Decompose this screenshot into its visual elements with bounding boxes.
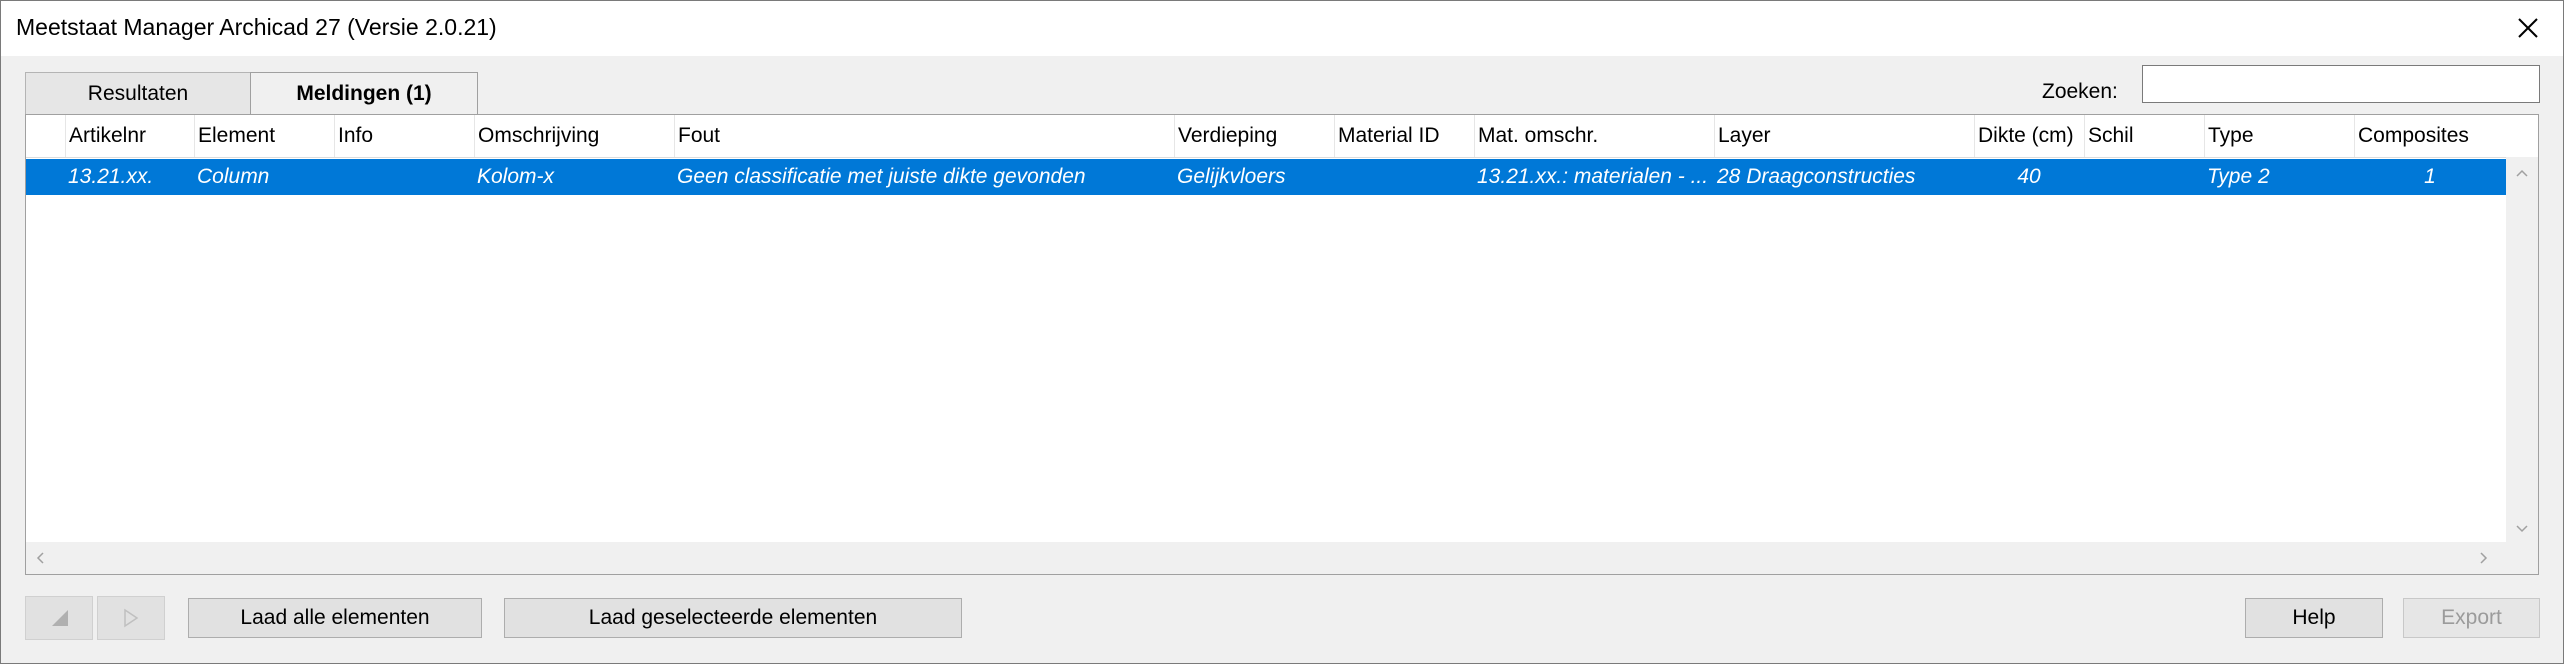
tab-label: Resultaten	[87, 81, 189, 105]
grid-header: Artikelnr Element Info Omschrijving Fout…	[26, 115, 2506, 158]
cell-verdieping: Gelijkvloers	[1177, 165, 1286, 188]
column-header-mat-omschr[interactable]: Mat. omschr.	[1474, 115, 1715, 157]
horizontal-scrollbar[interactable]	[26, 542, 2506, 574]
button-label: Laad alle elementen	[240, 606, 430, 629]
column-header-composites[interactable]: Composites	[2354, 115, 2506, 157]
column-header-artikelnr[interactable]: Artikelnr	[65, 115, 195, 157]
next-button[interactable]	[97, 596, 165, 640]
cell-mat-omschr: 13.21.xx.: materialen - ...	[1477, 165, 1709, 188]
close-icon	[2518, 18, 2538, 38]
scroll-down-icon[interactable]	[2510, 517, 2534, 541]
column-header-dikte[interactable]: Dikte (cm)	[1974, 115, 2085, 157]
button-label: Export	[2441, 606, 2502, 629]
column-header-info[interactable]: Info	[334, 115, 475, 157]
cell-dikte: 40	[2017, 165, 2041, 188]
table-row[interactable]: 13.21.xx. Column Kolom-x Geen classifica…	[26, 159, 2506, 195]
button-label: Laad geselecteerde elementen	[588, 606, 878, 629]
cell-element: Column	[197, 165, 270, 188]
column-header-fout[interactable]: Fout	[674, 115, 1175, 157]
close-button[interactable]	[2492, 0, 2564, 56]
cell-material-id	[1334, 159, 1474, 195]
cell-schil	[2084, 159, 2204, 195]
vertical-scrollbar[interactable]	[2506, 157, 2538, 574]
column-header-type[interactable]: Type	[2204, 115, 2355, 157]
column-header-verdieping[interactable]: Verdieping	[1174, 115, 1335, 157]
column-header-schil[interactable]: Schil	[2084, 115, 2205, 157]
window-title: Meetstaat Manager Archicad 27 (Versie 2.…	[16, 14, 497, 40]
cell-layer: 28 Draagconstructies	[1717, 165, 1916, 188]
results-grid[interactable]: Artikelnr Element Info Omschrijving Fout…	[25, 114, 2539, 575]
row-header-corner	[26, 115, 65, 157]
help-button[interactable]: Help	[2245, 598, 2383, 638]
cell-info	[334, 159, 474, 195]
tab-label: Meldingen (1)	[296, 81, 432, 105]
cell-composites: 1	[2424, 165, 2436, 188]
search-label: Zoeken:	[2042, 80, 2118, 103]
cell-fout: Geen classificatie met juiste dikte gevo…	[677, 165, 1086, 188]
column-header-layer[interactable]: Layer	[1714, 115, 1975, 157]
button-label: Help	[2292, 606, 2336, 629]
cell-omschrijving: Kolom-x	[477, 165, 555, 188]
previous-button[interactable]	[25, 596, 93, 640]
scroll-right-icon[interactable]	[2472, 546, 2496, 570]
tab-resultaten[interactable]: Resultaten	[25, 72, 251, 114]
search-input[interactable]	[2142, 65, 2540, 103]
load-all-elements-button[interactable]: Laad alle elementen	[188, 598, 482, 638]
column-header-material-id[interactable]: Material ID	[1334, 115, 1475, 157]
export-button[interactable]: Export	[2403, 598, 2540, 638]
triangle-right-icon	[124, 608, 139, 628]
column-header-omschrijving[interactable]: Omschrijving	[474, 115, 675, 157]
load-selected-elements-button[interactable]: Laad geselecteerde elementen	[504, 598, 962, 638]
scroll-up-icon[interactable]	[2510, 161, 2534, 185]
title-bar: Meetstaat Manager Archicad 27 (Versie 2.…	[0, 0, 2564, 56]
cell-type: Type 2	[2207, 165, 2270, 188]
tab-meldingen[interactable]: Meldingen (1)	[250, 72, 478, 114]
scroll-left-icon[interactable]	[28, 546, 52, 570]
triangle-left-icon	[52, 610, 68, 626]
cell-artikelnr: 13.21.xx.	[68, 165, 154, 188]
column-header-element[interactable]: Element	[194, 115, 335, 157]
